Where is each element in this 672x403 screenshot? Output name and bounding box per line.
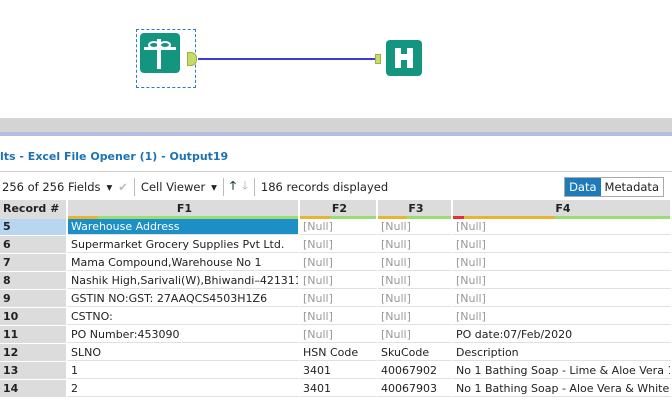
chevron-down-icon[interactable]: ▾	[211, 180, 217, 194]
record-number[interactable]: 5	[0, 218, 68, 235]
table-cell[interactable]: 1	[68, 362, 300, 379]
table-cell[interactable]: [Null]	[300, 236, 378, 253]
table-row: 5 Warehouse Address [Null] [Null] [Null]	[0, 218, 672, 236]
chevron-down-icon[interactable]: ▾	[107, 180, 113, 194]
table-cell[interactable]: [Null]	[378, 236, 453, 253]
table-cell[interactable]: [Null]	[378, 326, 453, 343]
table-cell[interactable]: [Null]	[300, 308, 378, 325]
data-grid: Record # F1 F2 F3 F4 5 Warehouse Address[…	[0, 200, 672, 398]
column-header-record[interactable]: Record #	[0, 200, 68, 219]
table-cell[interactable]: Nashik High,Sarivali(W),Bhiwandi–421311	[68, 272, 300, 289]
table-cell[interactable]: 3401	[300, 362, 378, 379]
table-cell[interactable]: [Null]	[300, 272, 378, 289]
record-number[interactable]: 12	[0, 344, 68, 361]
table-row: 13 1 3401 40067902 No 1 Bathing Soap - Lime …	[0, 362, 672, 380]
metadata-tab[interactable]: Metadata	[601, 178, 663, 196]
table-cell[interactable]: [Null]	[378, 290, 453, 307]
record-number[interactable]: 11	[0, 326, 68, 343]
record-number[interactable]: 7	[0, 254, 68, 271]
table-cell[interactable]: [Null]	[453, 218, 672, 235]
table-row: 9 GSTIN NO:GST: 27AAQCS4503H1Z6 [Null] [Nul…	[0, 290, 672, 308]
workflow-canvas[interactable]	[0, 0, 672, 118]
table-cell[interactable]: GSTIN NO:GST: 27AAQCS4503H1Z6	[68, 290, 300, 307]
record-number[interactable]: 6	[0, 236, 68, 253]
browse-tool[interactable]	[386, 40, 422, 76]
record-number[interactable]: 9	[0, 290, 68, 307]
column-label: F4	[555, 202, 571, 215]
table-cell[interactable]: [Null]	[300, 218, 378, 235]
table-cell[interactable]: CSTNO:	[68, 308, 300, 325]
table-cell[interactable]: [Null]	[300, 326, 378, 343]
table-cell[interactable]: [Null]	[453, 254, 672, 271]
table-cell[interactable]: PO date:07/Feb/2020	[453, 326, 672, 343]
splitter-edge	[0, 132, 672, 136]
table-cell[interactable]: [Null]	[300, 290, 378, 307]
input-anchor[interactable]	[375, 54, 381, 64]
table-cell[interactable]: 2	[68, 380, 300, 397]
column-header-f1[interactable]: F1	[68, 200, 300, 219]
table-cell[interactable]: Mama Compound,Warehouse No 1	[68, 254, 300, 271]
column-header-f3[interactable]: F3	[378, 200, 453, 219]
table-row: 10 CSTNO: [Null] [Null] [Null]	[0, 308, 672, 326]
table-cell[interactable]: [Null]	[453, 308, 672, 325]
table-cell[interactable]: No 1 Bathing Soap - Lime & Aloe Vera 100	[453, 362, 672, 379]
table-row: 7 Mama Compound,Warehouse No 1 [Null] [Null…	[0, 254, 672, 272]
splitter[interactable]	[0, 118, 672, 132]
records-count: 186 records displayed	[260, 180, 389, 194]
table-cell[interactable]: [Null]	[453, 290, 672, 307]
cell-viewer-dropdown[interactable]: Cell Viewer	[141, 180, 205, 194]
table-cell[interactable]: Supermarket Grocery Supplies Pvt Ltd.	[68, 236, 300, 253]
table-row: 6 Supermarket Grocery Supplies Pvt Ltd. [N…	[0, 236, 672, 254]
binoculars-icon	[395, 48, 413, 68]
header-row: Record # F1 F2 F3 F4	[0, 200, 672, 219]
arrow-up-icon[interactable]: 🡑	[230, 178, 236, 197]
table-cell[interactable]: Warehouse Address	[68, 218, 300, 235]
record-number[interactable]: 14	[0, 380, 68, 397]
table-cell[interactable]: 3401	[300, 380, 378, 397]
excel-file-opener-tool[interactable]	[140, 33, 180, 73]
table-row: 11 PO Number:453090 [Null] [Null] PO date:07…	[0, 326, 672, 344]
column-header-f4[interactable]: F4	[453, 200, 672, 219]
table-row: 8 Nashik High,Sarivali(W),Bhiwandi–421311…	[0, 272, 672, 290]
table-cell[interactable]: [Null]	[378, 254, 453, 271]
table-cell[interactable]: 40067902	[378, 362, 453, 379]
fields-dropdown[interactable]: 256 of 256 Fields	[2, 180, 101, 194]
table-cell[interactable]: [Null]	[453, 272, 672, 289]
table-cell[interactable]: Description	[453, 344, 672, 361]
table-cell[interactable]: [Null]	[378, 218, 453, 235]
table-row: 12 SLNO HSN Code SkuCode Description	[0, 344, 672, 362]
results-title: lts - Excel File Opener (1) - Output19	[0, 150, 229, 163]
column-header-f2[interactable]: F2	[300, 200, 378, 219]
table-cell[interactable]: SLNO	[68, 344, 300, 361]
table-cell[interactable]: SkuCode	[378, 344, 453, 361]
table-cell[interactable]: No 1 Bathing Soap - Aloe Vera & White Li…	[453, 380, 672, 397]
record-number[interactable]: 8	[0, 272, 68, 289]
table-cell[interactable]: HSN Code	[300, 344, 378, 361]
checkmark-icon[interactable]: ✔	[118, 180, 128, 194]
table-cell[interactable]: [Null]	[378, 272, 453, 289]
gift-icon	[144, 39, 176, 69]
table-cell[interactable]: 40067903	[378, 380, 453, 397]
output-anchor[interactable]	[187, 52, 197, 66]
column-label: F1	[176, 202, 193, 215]
column-label: F3	[408, 202, 424, 215]
table-row: 14 2 3401 40067903 No 1 Bathing Soap - Aloe …	[0, 380, 672, 398]
table-cell[interactable]: PO Number:453090	[68, 326, 300, 343]
connection-line[interactable]	[198, 58, 376, 60]
record-number[interactable]: 13	[0, 362, 68, 379]
data-tab[interactable]: Data	[565, 178, 601, 196]
table-cell[interactable]: [Null]	[300, 254, 378, 271]
record-number[interactable]: 10	[0, 308, 68, 325]
table-cell[interactable]: [Null]	[453, 236, 672, 253]
table-cell[interactable]: [Null]	[378, 308, 453, 325]
column-label: F2	[331, 202, 348, 215]
view-toggle: Data Metadata	[564, 177, 664, 197]
arrow-down-icon[interactable]: 🡓	[242, 178, 248, 197]
